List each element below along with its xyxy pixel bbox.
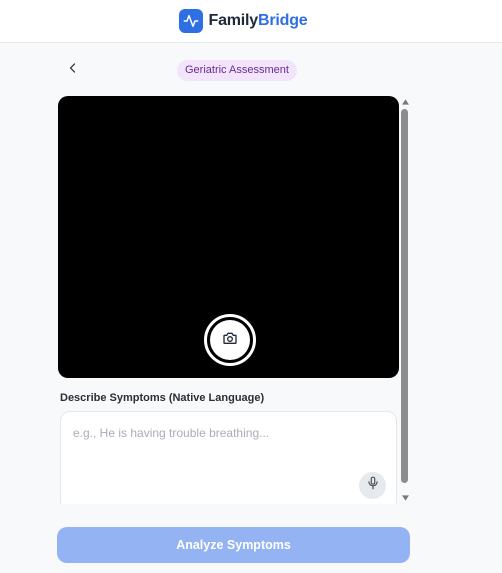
back-button[interactable] — [62, 59, 84, 81]
camera-preview — [58, 96, 399, 378]
app-root: FamilyBridge Geriatric Assessment Descri… — [0, 0, 502, 573]
scroll-panel[interactable]: Describe Symptoms (Native Language) — [57, 96, 410, 504]
symptoms-field-container — [60, 411, 397, 504]
brand-logo[interactable]: FamilyBridge — [178, 9, 308, 33]
analyze-symptoms-button[interactable]: Analyze Symptoms — [57, 527, 410, 563]
symptoms-input[interactable] — [61, 412, 396, 504]
pulse-icon — [178, 9, 203, 33]
symptoms-label: Describe Symptoms (Native Language) — [60, 392, 265, 404]
panel-scrollbar[interactable] — [400, 96, 410, 504]
chevron-left-icon — [67, 61, 79, 79]
brand-name-part1: Family — [208, 12, 259, 29]
voice-input-button[interactable] — [359, 472, 386, 499]
camera-icon — [222, 330, 238, 351]
assessment-badge: Geriatric Assessment — [177, 60, 297, 81]
scrollbar-thumb[interactable] — [401, 109, 408, 483]
capture-button-inner — [210, 320, 250, 360]
microphone-icon — [366, 476, 380, 495]
brand-name: FamilyBridge — [209, 12, 308, 30]
scroll-up-arrow[interactable] — [401, 98, 409, 106]
capture-button[interactable] — [204, 314, 256, 366]
brand-name-part2: Bridge — [258, 12, 308, 29]
app-header: FamilyBridge — [0, 0, 502, 43]
scroll-down-arrow[interactable] — [401, 494, 409, 502]
